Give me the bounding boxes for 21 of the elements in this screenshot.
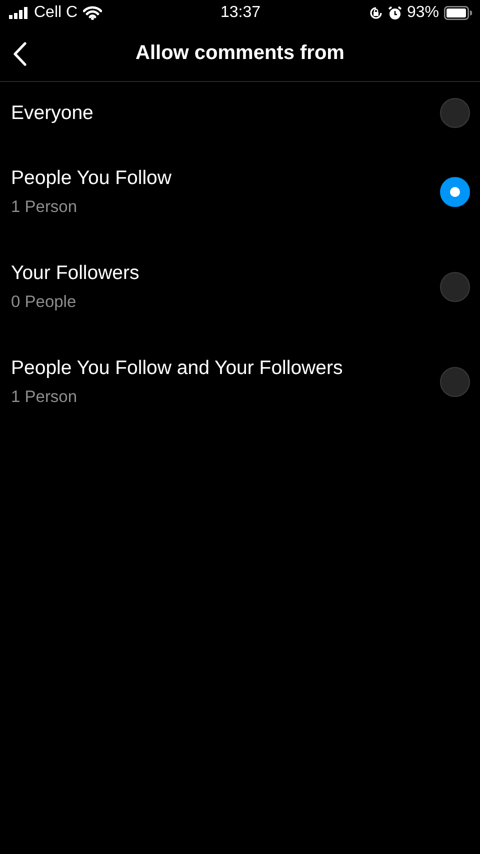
- option-count: 1 Person: [11, 197, 78, 218]
- screen-title: Allow comments from: [136, 42, 344, 65]
- option-label: People You Follow and Your Followers: [11, 356, 344, 380]
- carrier-name: Cell C: [34, 4, 78, 22]
- back-icon: [13, 42, 27, 66]
- clock-time: 13:37: [220, 4, 261, 22]
- option-count: 0 People: [11, 292, 78, 313]
- wifi-icon: [82, 6, 102, 20]
- battery-percent: 93%: [406, 4, 440, 22]
- alarm-icon: [388, 6, 402, 20]
- option-label: Your Followers: [11, 261, 140, 285]
- radio-button[interactable]: [440, 177, 470, 207]
- option-count: 1 Person: [11, 387, 78, 408]
- radio-button[interactable]: [440, 98, 470, 128]
- option-label: Everyone: [11, 101, 94, 125]
- option-label: People You Follow: [11, 166, 172, 190]
- rotation-lock-icon: [368, 6, 383, 20]
- signal-icon: [9, 7, 29, 19]
- radio-button[interactable]: [440, 272, 470, 302]
- radio-button[interactable]: [440, 367, 470, 397]
- battery-icon: [444, 6, 472, 20]
